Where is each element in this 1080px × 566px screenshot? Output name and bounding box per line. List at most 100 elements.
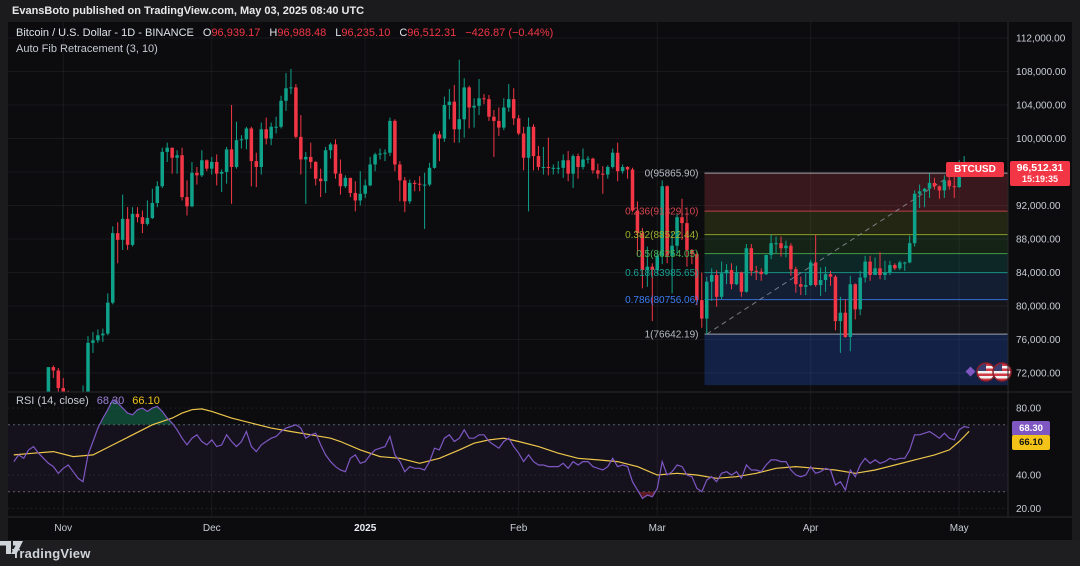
candle-body [309,157,313,162]
symbol-price-flag: BTCUSD [946,162,1004,177]
candle-body [626,167,630,170]
candle-body [334,144,338,173]
candle-body [339,174,343,187]
candle-body [507,99,511,107]
candle-body [408,183,412,201]
footer-bar: TradingView [0,540,1080,566]
candle-body [750,248,754,271]
fib-level-label: 0.618(83985.65) [625,268,698,279]
fib-band [705,211,1009,235]
candle-body [492,117,496,121]
candle-body [175,155,179,158]
candle-body [527,127,531,158]
candle-body [284,88,288,101]
candle-body [269,127,273,139]
candle-body [740,272,744,291]
candle-body [146,218,150,224]
candle-body [532,127,536,156]
candle-body [631,169,635,210]
candle-body [359,194,363,201]
candle-body [705,282,709,319]
candle-body [86,343,90,395]
candle-body [943,180,947,190]
candle-body [680,217,684,223]
publish-text: EvansBoto published on TradingView.com, … [12,5,364,17]
candle-body [804,285,808,287]
rsi-value: 68.30 [97,395,125,407]
candle-body [373,154,377,164]
candle-body [953,186,957,187]
candle-body [596,170,600,173]
candle-body [279,101,283,127]
candle-body [730,270,734,284]
candle-body [423,185,427,186]
candle-body [165,148,169,152]
candle-body [170,148,174,158]
candle-body [477,98,481,106]
rsi-value-badge: 68.30 [1012,421,1050,436]
tradingview-logo[interactable]: TradingView [12,546,91,561]
rsi-band [8,425,1008,492]
candle-body [349,178,353,193]
candle-body [230,149,234,167]
candle-body [764,255,768,274]
time-scale[interactable] [8,517,1008,540]
candle-body [294,87,298,136]
candle-body [660,186,664,256]
candle-body [368,164,372,185]
candle-body [111,233,115,303]
chart-canvas[interactable]: 0(95865.90)0.236(91329.10)0.382(88522.44… [8,22,1072,540]
fib-band [705,173,1009,211]
candle-body [814,262,818,285]
candle-body [537,156,541,167]
candle-body [195,173,199,176]
candle-body [863,262,867,278]
candle-body [616,153,620,171]
candle-body [418,184,422,185]
rsi-ma-badge: 66.10 [1012,435,1050,450]
candle-body [878,268,882,275]
candle-body [868,262,872,275]
candle-body [918,191,922,194]
candle-body [512,99,516,118]
candle-body [933,183,937,186]
candle-body [319,179,323,182]
candle-body [210,162,214,169]
candle-body [458,119,462,129]
candle-body [324,150,328,181]
candle-body [329,144,333,150]
candle-body [141,217,145,224]
candle-body [200,160,204,175]
candle-body [542,167,546,168]
candle-body [289,87,293,88]
candle-body [32,415,36,416]
candle-body [769,243,773,255]
candle-body [215,162,219,174]
candle-body [467,87,471,107]
chart-container[interactable]: 0(95865.90)0.236(91329.10)0.382(88522.44… [8,22,1072,540]
candle-body [834,277,838,321]
candle-body [517,118,521,133]
candle-body [299,137,303,160]
candle-body [908,243,912,262]
candle-body [91,340,95,343]
candle-body [571,156,575,174]
candle-body [829,274,833,277]
candle-body [433,134,437,168]
candle-body [383,153,387,154]
candle-body [472,106,476,108]
candle-body [621,167,625,171]
candle-body [314,162,318,179]
candle-body [17,412,21,419]
candle-body [205,160,209,168]
rsi-title: RSI (14, close) [16,395,89,407]
candle-body [378,154,382,155]
symbol-legend: Bitcoin / U.S. Dollar - 1D - BINANCE O96… [16,27,553,39]
candle-body [304,157,308,160]
fib-band [705,334,1009,385]
candle-body [715,275,719,297]
candle-body [789,246,793,269]
candle-body [482,98,486,99]
candle-body [547,167,551,168]
fib-level-label: 0.5(86254.05) [636,249,698,260]
